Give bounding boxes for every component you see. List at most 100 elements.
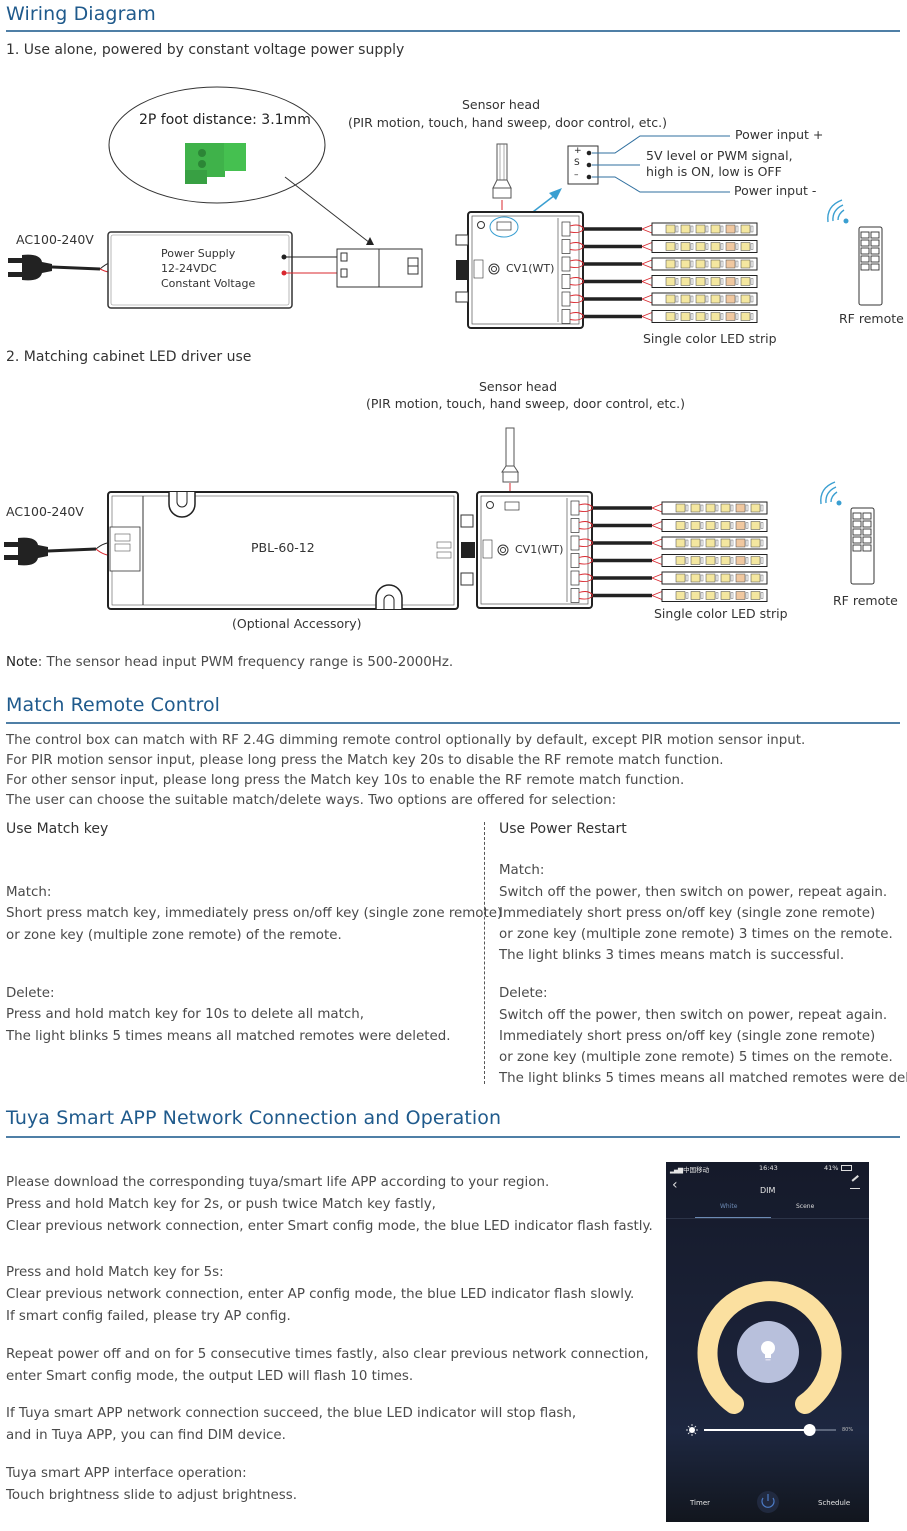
brightness-percent: 80% — [842, 1427, 854, 1433]
led-chip — [725, 259, 736, 269]
led-chip — [675, 556, 686, 565]
sensor-head-connector-icon — [501, 427, 519, 492]
remote-key — [870, 231, 880, 239]
remote-key — [862, 528, 872, 536]
led-chip — [735, 503, 746, 513]
led-chip — [705, 591, 716, 600]
ac-voltage-label-1: AC100-240V — [16, 232, 94, 247]
rf-remote-icon — [858, 226, 883, 306]
remote-key — [860, 255, 870, 263]
tuya-line: Touch brightness slide to adjust brightn… — [6, 1488, 297, 1503]
remote-key — [860, 239, 870, 247]
match-label: Match: — [6, 885, 52, 900]
led-chip — [725, 277, 736, 286]
power-button[interactable] — [754, 1490, 782, 1514]
signal-desc-line-1: 5V level or PWM signal, — [646, 148, 793, 163]
remote-key — [862, 512, 872, 520]
led-chip — [725, 312, 736, 321]
rf-remote-label-1: RF remote — [839, 311, 904, 326]
tuya-title: Tuya Smart APP Network Connection and Op… — [6, 1107, 502, 1129]
led-chip — [690, 503, 701, 513]
led-output-channel — [561, 291, 758, 307]
diagram1-drawing — [8, 86, 883, 329]
led-chip — [680, 259, 691, 269]
led-chip — [710, 294, 721, 304]
remote-key — [860, 247, 870, 255]
match-line: Switch off the power, then switch on pow… — [499, 885, 888, 900]
led-strip — [661, 589, 768, 602]
led-chip — [665, 294, 676, 304]
led-chip — [705, 573, 716, 583]
callout-pointer — [284, 176, 371, 244]
optional-accessory-label: (Optional Accessory) — [232, 616, 362, 631]
led-chip — [675, 591, 686, 600]
led-chip — [695, 277, 706, 286]
match-key-match: Match: Short press match key, immediatel… — [6, 883, 502, 947]
delete-line: The light blinks 5 times means all match… — [6, 1029, 451, 1044]
led-chip — [735, 521, 746, 530]
note-label: Note — [6, 655, 38, 670]
tuya-line: Clear previous network connection, enter… — [6, 1287, 635, 1302]
led-chip — [750, 503, 761, 513]
remote-key — [852, 512, 862, 520]
led-chip — [710, 277, 721, 286]
psu-model-label: PBL-60-12 — [251, 540, 315, 555]
remote-key — [862, 544, 872, 552]
match-line: Short press match key, immediately press… — [6, 906, 503, 921]
schedule-button[interactable]: Schedule — [818, 1499, 850, 1507]
led-output-channel — [570, 570, 768, 586]
led-chip — [705, 503, 716, 513]
column-divider — [484, 822, 485, 1084]
led-chip — [735, 573, 746, 583]
wiring-diagram-title: Wiring Diagram — [6, 3, 156, 25]
led-output-channel — [570, 588, 768, 603]
led-chip — [680, 294, 691, 304]
remote-key — [862, 536, 872, 544]
psu-line-2: 12-24VDC — [161, 262, 217, 275]
remote-key — [852, 528, 862, 536]
led-chip — [725, 294, 736, 304]
tuya-line: Repeat power off and on for 5 consecutiv… — [6, 1347, 649, 1362]
led-chip — [690, 573, 701, 583]
driver-label-1: CV1(WT) — [506, 262, 555, 275]
remote-key — [852, 544, 862, 552]
led-chip — [675, 503, 686, 513]
use-match-key-title: Use Match key — [6, 821, 109, 837]
note-text: : The sensor head input PWM frequency ra… — [37, 655, 454, 670]
led-chip — [735, 591, 746, 600]
note: Note: The sensor head input PWM frequenc… — [6, 655, 453, 670]
remote-key — [870, 255, 880, 263]
psu-line-3: Constant Voltage — [161, 277, 256, 290]
delete-label: Delete: — [499, 986, 548, 1001]
remote-key — [852, 520, 862, 528]
led-chip — [740, 312, 751, 321]
ac-voltage-label-2: AC100-240V — [6, 504, 84, 519]
use-power-restart-title: Use Power Restart — [499, 821, 627, 837]
led-output-channel — [570, 500, 768, 516]
led-chip — [750, 591, 761, 600]
remote-key — [860, 263, 870, 271]
tuya-line: Please download the corresponding tuya/s… — [6, 1175, 550, 1190]
led-chip — [720, 503, 731, 513]
tuya-paragraph-3: Repeat power off and on for 5 consecutiv… — [6, 1344, 649, 1388]
led-strip — [651, 222, 758, 236]
remote-key — [860, 231, 870, 239]
tuya-line: If Tuya smart APP network connection suc… — [6, 1406, 577, 1421]
led-chip — [675, 573, 686, 583]
tuya-line: If smart config failed, please try AP co… — [6, 1309, 291, 1324]
tuya-line: Tuya smart APP interface operation: — [6, 1466, 247, 1481]
delete-line: The light blinks 5 times means all match… — [499, 1071, 907, 1086]
led-strip — [661, 519, 768, 532]
rf-remote-icon — [850, 507, 875, 585]
led-chip — [710, 259, 721, 269]
tuya-paragraph-4: If Tuya smart APP network connection suc… — [6, 1403, 576, 1447]
led-chip — [705, 538, 716, 548]
led-chip — [735, 538, 746, 548]
tuya-line: and in Tuya APP, you can find DIM device… — [6, 1428, 286, 1443]
led-chip — [665, 242, 676, 251]
brightness-sun-icon — [686, 1424, 698, 1436]
sensor-types-label-1: (PIR motion, touch, hand sweep, door con… — [348, 115, 668, 130]
brightness-slider-thumb[interactable] — [803, 1424, 816, 1436]
timer-button[interactable]: Timer — [690, 1499, 710, 1507]
callout-text: 2P foot distance: 3.1mm — [139, 112, 311, 128]
